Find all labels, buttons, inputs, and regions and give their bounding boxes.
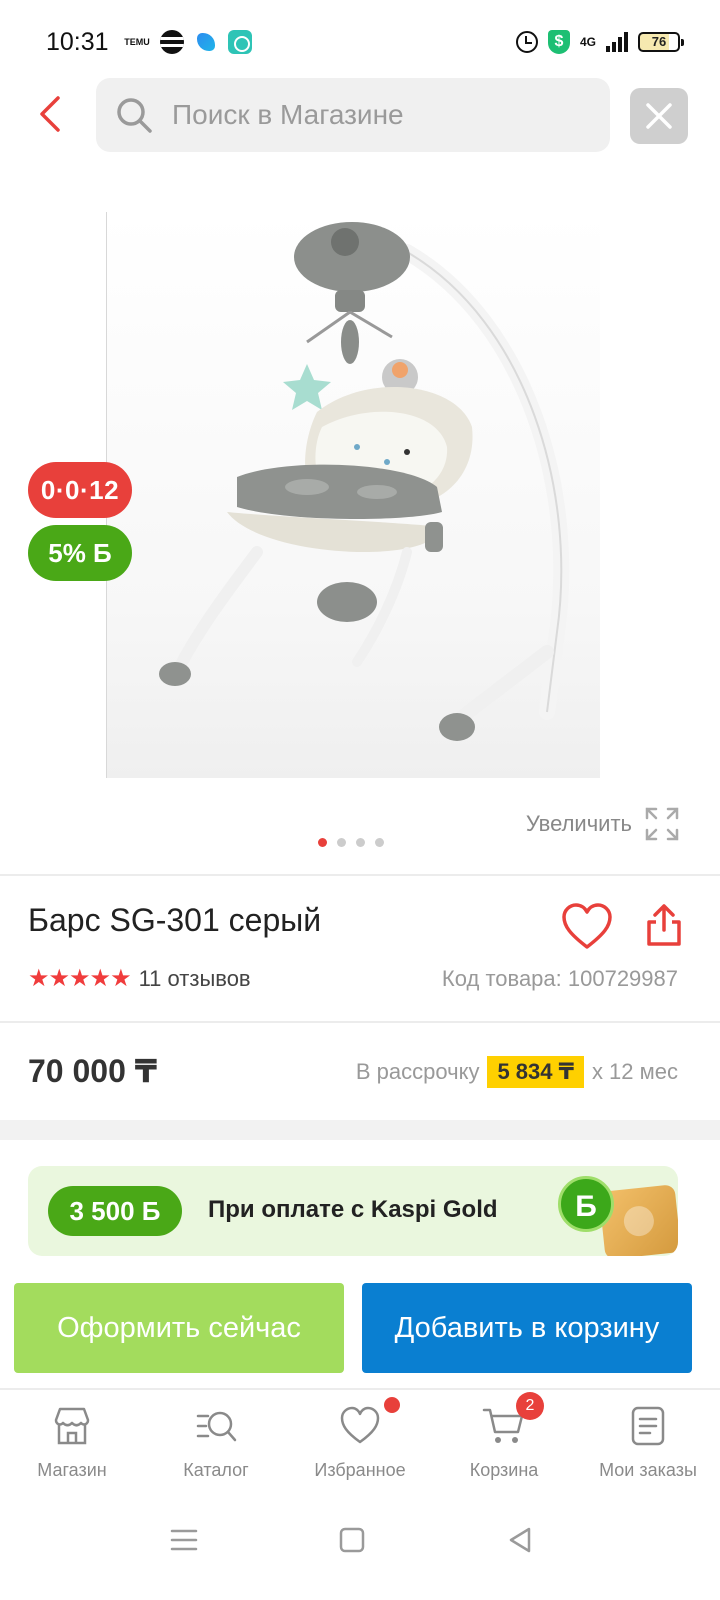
heart-icon <box>340 1406 380 1444</box>
favorite-button[interactable] <box>560 902 614 952</box>
bonus-coin-icon: Б <box>558 1176 614 1232</box>
share-button[interactable] <box>644 900 684 950</box>
image-pagination <box>318 838 384 847</box>
installment-prefix: В рассрочку <box>355 1059 480 1084</box>
bottom-navigation: Магазин Каталог Избранное Корзина Мои за… <box>0 1388 720 1490</box>
divider <box>0 1021 720 1023</box>
status-bar: 10:31 TEMU $ 4G 76 <box>0 0 720 88</box>
section-separator <box>0 1120 720 1140</box>
bonus-percent-badge: 5% Б <box>28 525 132 581</box>
nav-label: Магазин <box>37 1460 107 1480</box>
orders-icon <box>631 1406 665 1446</box>
nav-item-favorites[interactable]: Избранное <box>288 1390 432 1490</box>
product-title: Барс SG-301 серый <box>28 902 322 938</box>
bonus-amount-badge: 3 500 Б <box>48 1186 182 1236</box>
close-icon <box>646 103 672 129</box>
nav-item-orders[interactable]: Мои заказы <box>576 1390 720 1490</box>
search-icon <box>117 98 152 133</box>
installment-badge: 0·0·12 <box>28 462 132 518</box>
nav-label: Избранное <box>314 1460 406 1480</box>
nav-label: Мои заказы <box>599 1460 697 1480</box>
zoom-label: Увеличить <box>525 811 632 836</box>
pagination-dot-active[interactable] <box>318 838 327 847</box>
reviews-count[interactable]: 11 отзывов <box>139 966 251 992</box>
expand-icon <box>645 807 679 841</box>
clear-search-button[interactable] <box>630 88 688 144</box>
rating-stars: ★★★★★ <box>28 965 132 992</box>
blue-app-icon <box>194 30 218 54</box>
heart-icon <box>562 903 612 949</box>
product-sku: Код товара: 100729987 <box>441 966 678 991</box>
status-time: 10:31 <box>46 28 109 56</box>
system-status-icons: $ 4G 76 <box>515 30 684 54</box>
recent-apps-button[interactable] <box>154 1510 214 1570</box>
pagination-dot[interactable] <box>356 838 365 847</box>
alarm-icon <box>515 31 538 53</box>
system-navigation-bar <box>0 1490 720 1600</box>
chevron-left-icon <box>40 96 60 132</box>
pagination-dot[interactable] <box>375 838 384 847</box>
kaspi-gold-promo[interactable]: 3 500 Б При оплате с Kaspi Gold Б <box>28 1166 678 1256</box>
menu-icon <box>170 1529 198 1551</box>
square-icon <box>339 1527 365 1553</box>
triangle-back-icon <box>509 1527 531 1553</box>
system-back-button[interactable] <box>490 1510 550 1570</box>
nav-item-store[interactable]: Магазин <box>0 1390 144 1490</box>
pagination-dot[interactable] <box>337 838 346 847</box>
divider <box>0 874 720 876</box>
nav-item-cart[interactable]: Корзина <box>432 1390 576 1490</box>
checkout-now-button[interactable]: Оформить сейчас <box>14 1283 344 1373</box>
nav-label: Каталог <box>183 1460 249 1480</box>
temu-icon: TEMU <box>124 36 150 47</box>
search-bar[interactable] <box>96 78 610 152</box>
nav-item-catalog[interactable]: Каталог <box>144 1390 288 1490</box>
add-to-cart-button[interactable]: Добавить в корзину <box>362 1283 692 1373</box>
stripe-circle-icon <box>160 30 184 54</box>
product-price: 70 000 ₸ <box>28 1053 158 1089</box>
security-shield-icon: $ <box>547 30 570 54</box>
promo-text: При оплате с Kaspi Gold <box>208 1196 498 1223</box>
product-image[interactable] <box>106 212 600 778</box>
home-button[interactable] <box>322 1510 382 1570</box>
teal-app-icon <box>228 30 252 54</box>
share-icon <box>647 904 681 946</box>
monthly-payment: 5 834 ₸ <box>487 1056 584 1088</box>
cart-count-badge: 2 <box>516 1392 544 1420</box>
zoom-button[interactable]: Увеличить <box>526 806 680 842</box>
back-button[interactable] <box>30 92 74 136</box>
favorites-notification-dot <box>384 1397 400 1413</box>
network-type: 4G <box>579 35 596 49</box>
notification-icons: TEMU <box>124 30 252 54</box>
battery-icon: 76 <box>638 32 684 52</box>
baby-swing-illustration <box>159 222 570 741</box>
store-icon <box>54 1407 90 1445</box>
catalog-icon <box>196 1411 237 1442</box>
signal-icon <box>606 32 628 52</box>
rating-row[interactable]: ★★★★★ 11 отзывов <box>28 964 251 993</box>
installment-term: x 12 мес <box>591 1059 678 1084</box>
search-input[interactable] <box>172 99 572 131</box>
installment-info[interactable]: В рассрочку 5 834 ₸ x 12 мес <box>356 1056 678 1088</box>
nav-label: Корзина <box>469 1460 539 1480</box>
